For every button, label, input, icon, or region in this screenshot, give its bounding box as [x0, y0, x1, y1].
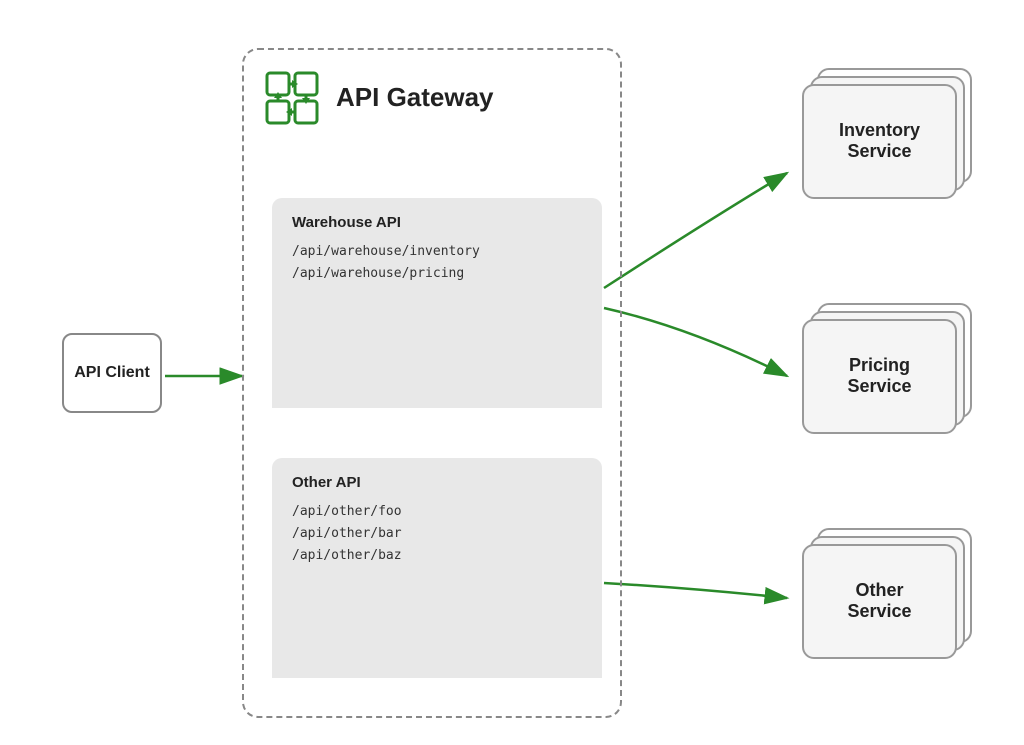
pricing-service-stack: PricingService	[802, 303, 972, 433]
api-client-box: API Client	[62, 333, 162, 413]
other-api-title: Other API	[292, 474, 582, 491]
warehouse-wavy	[272, 368, 602, 408]
warehouse-api-panel: Warehouse API /api/warehouse/inventory/a…	[272, 198, 602, 408]
pricing-service-label: PricingService	[802, 319, 957, 434]
other-service-card: OtherService	[802, 528, 972, 658]
gateway-header: API Gateway	[262, 68, 494, 128]
warehouse-api-routes: /api/warehouse/inventory/api/warehouse/p…	[292, 241, 582, 285]
other-api-routes: /api/other/foo/api/other/bar/api/other/b…	[292, 501, 582, 567]
inventory-service-card: InventoryService	[802, 68, 972, 198]
other-service-stack: OtherService	[802, 528, 972, 658]
inventory-service-stack: InventoryService	[802, 68, 972, 198]
architecture-diagram: API Client API Gateway Warehouse API /ap…	[32, 18, 992, 728]
other-wavy	[272, 638, 602, 678]
pricing-service-card: PricingService	[802, 303, 972, 433]
other-service-label: OtherService	[802, 544, 957, 659]
warehouse-api-title: Warehouse API	[292, 214, 582, 231]
other-api-panel: Other API /api/other/foo/api/other/bar/a…	[272, 458, 602, 678]
gateway-icon	[262, 68, 322, 128]
gateway-title: API Gateway	[336, 82, 494, 113]
api-client-label: API Client	[74, 364, 150, 382]
inventory-service-label: InventoryService	[802, 84, 957, 199]
